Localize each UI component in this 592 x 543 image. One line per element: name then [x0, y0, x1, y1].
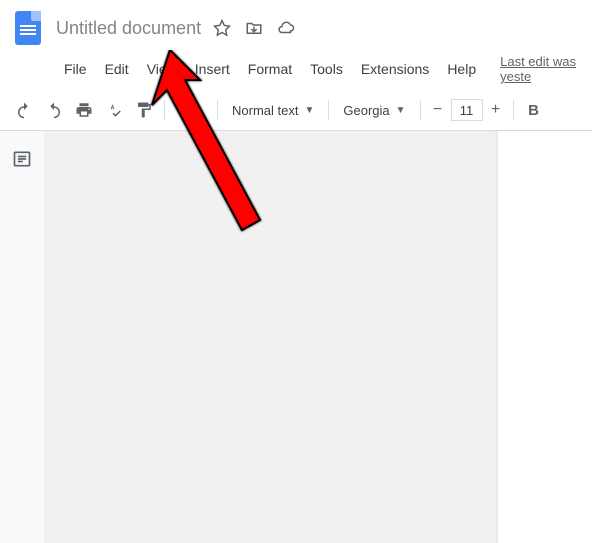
print-button[interactable]: [70, 96, 98, 124]
undo-button[interactable]: [10, 96, 38, 124]
star-icon[interactable]: [213, 19, 231, 37]
chevron-down-icon: ▼: [396, 105, 406, 116]
spellcheck-button[interactable]: [100, 96, 128, 124]
font-family-label: Georgia: [343, 103, 389, 118]
text-style-dropdown[interactable]: Normal text ▼: [224, 96, 322, 124]
page[interactable]: [498, 131, 592, 543]
menu-edit[interactable]: Edit: [97, 57, 137, 81]
toolbar: ▼ Normal text ▼ Georgia ▼ − + B: [0, 90, 592, 131]
bold-button[interactable]: B: [520, 96, 548, 124]
last-edit-link[interactable]: Last edit was yeste: [500, 54, 592, 84]
text-style-label: Normal text: [232, 103, 298, 118]
redo-button[interactable]: [40, 96, 68, 124]
font-size-decrease-button[interactable]: −: [427, 96, 449, 124]
menu-insert[interactable]: Insert: [187, 57, 238, 81]
document-title[interactable]: Untitled document: [56, 18, 201, 39]
separator: [217, 100, 218, 120]
outline-icon[interactable]: [12, 149, 32, 543]
menu-format[interactable]: Format: [240, 57, 300, 81]
move-icon[interactable]: [245, 19, 263, 37]
cloud-status-icon[interactable]: [277, 19, 295, 37]
menu-file[interactable]: File: [56, 57, 95, 81]
separator: [420, 100, 421, 120]
font-family-dropdown[interactable]: Georgia ▼: [335, 96, 413, 124]
chevron-down-icon: ▼: [304, 105, 314, 116]
docs-logo[interactable]: [8, 8, 48, 48]
paint-format-button[interactable]: [130, 96, 158, 124]
chevron-down-icon: ▼: [193, 105, 203, 116]
zoom-dropdown[interactable]: ▼: [171, 96, 211, 124]
menu-help[interactable]: Help: [439, 57, 484, 81]
font-size-increase-button[interactable]: +: [485, 96, 507, 124]
menu-extensions[interactable]: Extensions: [353, 57, 437, 81]
separator: [513, 100, 514, 120]
separator: [328, 100, 329, 120]
menu-view[interactable]: View: [139, 57, 185, 81]
document-canvas[interactable]: [44, 131, 592, 543]
separator: [164, 100, 165, 120]
font-size-input[interactable]: [451, 99, 483, 121]
menu-tools[interactable]: Tools: [302, 57, 351, 81]
menu-bar: File Edit View Insert Format Tools Exten…: [0, 52, 592, 90]
